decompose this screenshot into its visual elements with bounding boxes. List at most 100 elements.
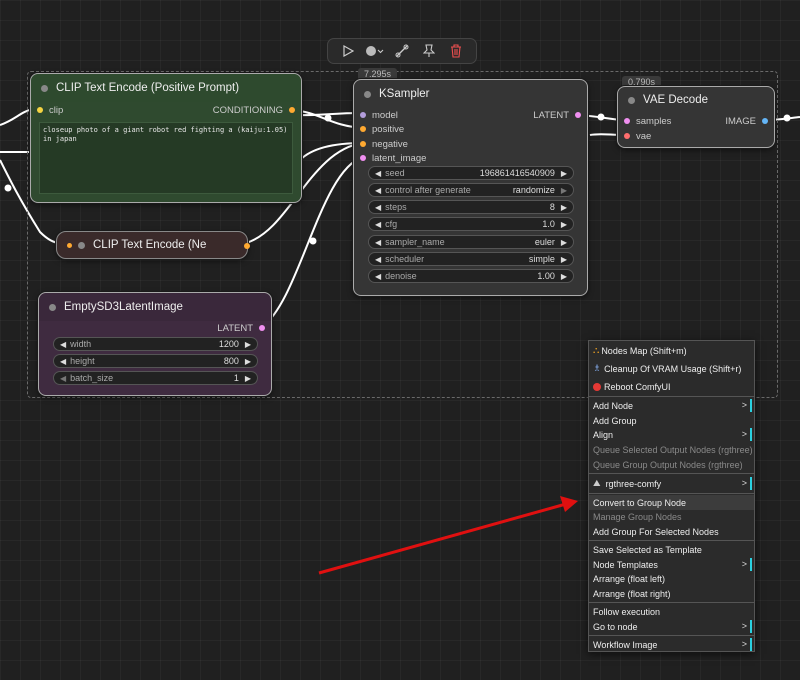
menu-item-arrange-right[interactable]: Arrange (float right)	[589, 586, 754, 601]
menu-item-add-group[interactable]: Add Group	[589, 413, 754, 428]
output-conditioning[interactable]: CONDITIONING	[213, 103, 295, 117]
menu-item-workflow-image[interactable]: Workflow Image >	[589, 637, 754, 652]
output-port-dot[interactable]	[244, 243, 250, 249]
menu-item-reboot[interactable]: Reboot ComfyUI	[589, 379, 754, 394]
power-icon	[593, 382, 601, 391]
vae-port-dot[interactable]	[624, 133, 630, 139]
widget-batch-size[interactable]: ◀ batch_size 1 ▶	[53, 371, 258, 385]
widget-height[interactable]: ◀ height 800 ▶	[53, 354, 258, 368]
widget-width[interactable]: ◀ width 1200 ▶	[53, 337, 258, 351]
menu-item-follow-execution[interactable]: Follow execution	[589, 604, 754, 619]
menu-item-cleanup-vram[interactable]: ♗ Cleanup Of VRAM Usage (Shift+r)	[589, 361, 754, 376]
increment-arrow-icon[interactable]: ▶	[561, 186, 567, 195]
input-negative[interactable]: negative	[360, 137, 408, 151]
node-ksampler[interactable]: KSampler model positive negative latent_…	[353, 79, 588, 296]
play-icon[interactable]	[337, 40, 359, 62]
prompt-textarea[interactable]: closeup photo of a giant robot red fight…	[39, 122, 293, 194]
collapse-dot[interactable]	[628, 96, 635, 104]
node-title-bar[interactable]: CLIP Text Encode (Ne	[57, 232, 247, 258]
widget-sampler-name[interactable]: ◀ sampler_name euler ▶	[368, 235, 574, 249]
input-model[interactable]: model	[360, 108, 398, 122]
widget-seed[interactable]: ◀ seed 196861416540909 ▶	[368, 166, 574, 180]
menu-item-save-template[interactable]: Save Selected as Template	[589, 542, 754, 557]
image-port-dot[interactable]	[762, 118, 768, 124]
node-title-bar[interactable]: VAE Decode	[618, 87, 774, 113]
decrement-arrow-icon[interactable]: ◀	[375, 220, 381, 229]
widget-scheduler[interactable]: ◀ scheduler simple ▶	[368, 252, 574, 266]
node-title: CLIP Text Encode (Positive Prompt)	[56, 82, 240, 94]
menu-item-rgthree[interactable]: ⛰ rgthree-comfy >	[589, 476, 754, 491]
node-vae-decode[interactable]: VAE Decode samples vae IMAGE	[617, 86, 775, 148]
model-port-dot[interactable]	[360, 112, 366, 118]
latent-port-dot[interactable]	[360, 155, 366, 161]
collapse-dot[interactable]	[78, 241, 85, 249]
increment-arrow-icon[interactable]: ▶	[245, 357, 251, 366]
decrement-arrow-icon[interactable]: ◀	[375, 203, 381, 212]
decrement-arrow-icon[interactable]: ◀	[375, 186, 381, 195]
widget-cfg[interactable]: ◀ cfg 1.0 ▶	[368, 217, 574, 231]
conditioning-port-dot[interactable]	[289, 107, 295, 113]
input-clip[interactable]: clip	[37, 103, 63, 117]
menu-item-go-to-node[interactable]: Go to node >	[589, 619, 754, 634]
input-latent-image[interactable]: latent_image	[360, 151, 426, 165]
decrement-arrow-icon[interactable]: ◀	[60, 340, 66, 349]
node-title: CLIP Text Encode (Ne	[93, 239, 207, 251]
menu-item-nodes-map[interactable]: ⛬ Nodes Map (Shift+m)	[589, 343, 754, 358]
menu-item-align[interactable]: Align >	[589, 427, 754, 442]
increment-arrow-icon[interactable]: ▶	[245, 374, 251, 383]
increment-arrow-icon[interactable]: ▶	[245, 340, 251, 349]
widget-steps[interactable]: ◀ steps 8 ▶	[368, 200, 574, 214]
increment-arrow-icon[interactable]: ▶	[561, 255, 567, 264]
latent-out-port-dot[interactable]	[575, 112, 581, 118]
positive-port-dot[interactable]	[360, 126, 366, 132]
input-vae[interactable]: vae	[624, 129, 651, 143]
bypass-icon[interactable]	[391, 40, 413, 62]
node-empty-sd3-latent[interactable]: EmptySD3LatentImage LATENT ◀ width 1200 …	[38, 292, 272, 396]
color-icon[interactable]	[364, 40, 386, 62]
collapse-dot[interactable]	[41, 84, 48, 92]
menu-item-add-node[interactable]: Add Node >	[589, 398, 754, 413]
menu-item-convert-to-group-node[interactable]: Convert to Group Node	[589, 495, 754, 510]
latent-out-port-dot[interactable]	[259, 325, 265, 331]
increment-arrow-icon[interactable]: ▶	[561, 203, 567, 212]
decrement-arrow-icon[interactable]: ◀	[375, 169, 381, 178]
input-positive[interactable]: positive	[360, 122, 404, 136]
negative-port-dot[interactable]	[360, 141, 366, 147]
pin-icon[interactable]	[418, 40, 440, 62]
collapse-dot[interactable]	[364, 90, 371, 98]
decrement-arrow-icon[interactable]: ◀	[375, 238, 381, 247]
decrement-arrow-icon[interactable]: ◀	[60, 374, 66, 383]
output-latent[interactable]: LATENT	[217, 321, 265, 335]
node-title: KSampler	[379, 88, 430, 100]
decrement-arrow-icon[interactable]: ◀	[375, 255, 381, 264]
node-title-bar[interactable]: EmptySD3LatentImage	[39, 293, 271, 321]
output-latent[interactable]: LATENT	[533, 108, 581, 122]
decrement-arrow-icon[interactable]: ◀	[375, 272, 381, 281]
clip-port-dot[interactable]	[37, 107, 43, 113]
input-samples[interactable]: samples	[624, 114, 671, 128]
increment-arrow-icon[interactable]: ▶	[561, 220, 567, 229]
node-title-bar[interactable]: CLIP Text Encode (Positive Prompt)	[31, 74, 301, 102]
broom-icon: ♗	[593, 363, 602, 373]
samples-port-dot[interactable]	[624, 118, 630, 124]
delete-icon[interactable]	[445, 40, 467, 62]
increment-arrow-icon[interactable]: ▶	[561, 169, 567, 178]
collapse-dot[interactable]	[49, 303, 56, 311]
widget-control-after-generate[interactable]: ◀ control after generate randomize ▶	[368, 183, 574, 197]
menu-item-arrange-left[interactable]: Arrange (float left)	[589, 571, 754, 586]
node-clip-negative[interactable]: CLIP Text Encode (Ne	[56, 231, 250, 259]
widget-denoise[interactable]: ◀ denoise 1.00 ▶	[368, 269, 574, 283]
increment-arrow-icon[interactable]: ▶	[561, 272, 567, 281]
decrement-arrow-icon[interactable]: ◀	[60, 357, 66, 366]
input-port-dot[interactable]	[67, 242, 72, 248]
increment-arrow-icon[interactable]: ▶	[561, 238, 567, 247]
submenu-chevron-icon: >	[742, 638, 752, 651]
submenu-chevron-icon: >	[742, 558, 752, 571]
menu-item-queue-selected: Queue Selected Output Nodes (rgthree)	[593, 444, 753, 455]
node-title-bar[interactable]: KSampler	[354, 80, 587, 108]
output-image[interactable]: IMAGE	[725, 114, 768, 128]
menu-item-add-group-selected[interactable]: Add Group For Selected Nodes	[589, 524, 754, 539]
selection-toolbar	[327, 38, 477, 64]
menu-item-node-templates[interactable]: Node Templates >	[589, 557, 754, 572]
node-clip-positive[interactable]: CLIP Text Encode (Positive Prompt) clip …	[30, 73, 302, 203]
